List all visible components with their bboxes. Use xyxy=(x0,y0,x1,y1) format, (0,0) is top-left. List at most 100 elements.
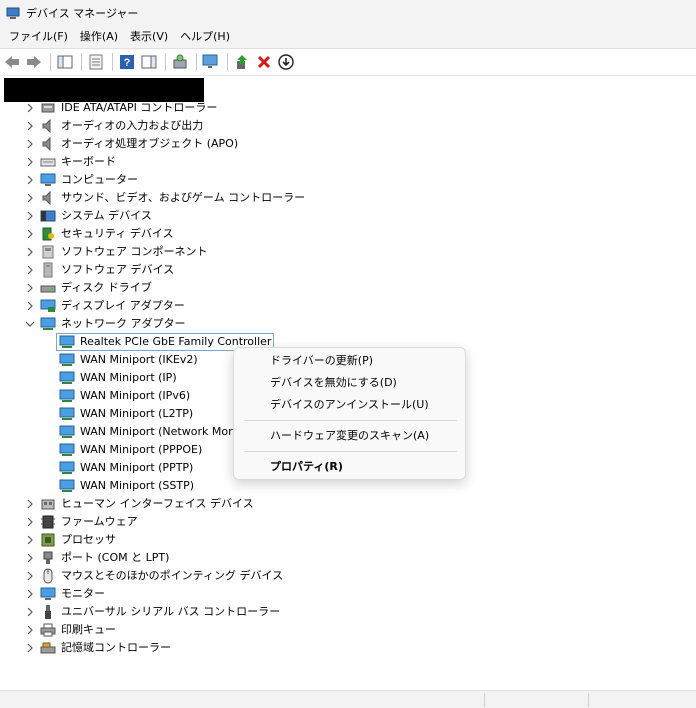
chevron-right-icon[interactable] xyxy=(24,498,36,510)
chevron-right-icon[interactable] xyxy=(24,282,36,294)
tree-category-label: オーディオの入力および出力 xyxy=(61,119,204,132)
tree-device[interactable]: WAN Miniport (IKEv2) xyxy=(59,351,198,369)
chevron-right-icon[interactable] xyxy=(24,246,36,258)
tree-device-label: WAN Miniport (IKEv2) xyxy=(80,353,198,366)
tree-device[interactable]: WAN Miniport (SSTP) xyxy=(59,477,194,495)
firmware-icon xyxy=(40,514,56,530)
tree-category[interactable]: モニター xyxy=(24,585,105,603)
forward-arrow-icon[interactable] xyxy=(24,52,44,72)
usb-icon xyxy=(40,604,56,620)
tree-category[interactable]: オーディオの入力および出力 xyxy=(24,117,203,135)
computer-icon xyxy=(40,172,56,188)
chevron-down-icon[interactable] xyxy=(24,318,36,330)
tree-category-label: ファームウェア xyxy=(61,515,138,528)
show-hide-console-tree-icon[interactable] xyxy=(55,52,75,72)
tree-category[interactable]: オーディオ処理オブジェクト (APO) xyxy=(24,135,238,153)
svg-text:?: ? xyxy=(124,57,131,69)
system-device-icon xyxy=(40,208,56,224)
tree-category[interactable]: ポート (COM と LPT) xyxy=(24,549,169,567)
chevron-right-icon[interactable] xyxy=(24,120,36,132)
speaker-icon xyxy=(40,190,56,206)
tree-category-label: ディスク ドライブ xyxy=(61,281,152,294)
tree-device[interactable]: WAN Miniport (PPTP) xyxy=(59,459,193,477)
tree-category[interactable]: IDE ATA/ATAPI コントローラー xyxy=(24,99,217,117)
chevron-right-icon[interactable] xyxy=(24,570,36,582)
tree-device-label: WAN Miniport (IPv6) xyxy=(80,389,191,402)
tree-category[interactable]: 記憶域コントローラー xyxy=(24,639,171,657)
tree-category[interactable]: ヒューマン インターフェイス デバイス xyxy=(24,495,254,513)
menu-item-uninstall-device[interactable]: デバイスのアンインストール(U) xyxy=(270,396,429,414)
tree-category[interactable]: ディスク ドライブ xyxy=(24,279,152,297)
security-device-icon xyxy=(40,226,56,242)
menu-item-update-driver[interactable]: ドライバーの更新(P) xyxy=(270,352,373,370)
chevron-right-icon[interactable] xyxy=(24,102,36,114)
tree-category[interactable]: ユニバーサル シリアル バス コントローラー xyxy=(24,603,280,621)
network-adapter-icon xyxy=(40,316,56,332)
tree-category[interactable]: キーボード xyxy=(24,153,116,171)
chevron-right-icon[interactable] xyxy=(24,174,36,186)
uninstall-device-icon[interactable] xyxy=(254,52,274,72)
chevron-right-icon[interactable] xyxy=(24,210,36,222)
tree-device-label: WAN Miniport (Network Mor xyxy=(80,425,233,438)
tree-category[interactable]: コンピューター xyxy=(24,171,138,189)
chevron-right-icon[interactable] xyxy=(24,228,36,240)
chevron-right-icon[interactable] xyxy=(24,264,36,276)
action-pane-icon[interactable] xyxy=(139,52,159,72)
tree-category[interactable]: ソフトウェア デバイス xyxy=(24,261,174,279)
tree-device-label: WAN Miniport (PPPOE) xyxy=(80,443,203,456)
menu-help[interactable]: ヘルプ(H) xyxy=(174,26,236,48)
tree-category-label: IDE ATA/ATAPI コントローラー xyxy=(61,101,218,114)
download-icon[interactable] xyxy=(276,52,296,72)
menu-action[interactable]: 操作(A) xyxy=(74,26,124,48)
tree-device[interactable]: WAN Miniport (Network Mor xyxy=(59,423,233,441)
update-driver-icon[interactable] xyxy=(232,52,252,72)
disk-drive-icon xyxy=(40,280,56,296)
menu-item-properties[interactable]: プロパティ(R) xyxy=(270,458,343,476)
tree-category[interactable]: ソフトウェア コンポーネント xyxy=(24,243,208,261)
tree-category[interactable]: システム デバイス xyxy=(24,207,152,225)
ide-controller-icon xyxy=(40,100,56,116)
properties-sheet-icon[interactable] xyxy=(86,52,106,72)
tree-category[interactable]: プロセッサ xyxy=(24,531,116,549)
chevron-right-icon[interactable] xyxy=(24,534,36,546)
tree-device[interactable]: WAN Miniport (L2TP) xyxy=(59,405,193,423)
tree-category-label: ヒューマン インターフェイス デバイス xyxy=(61,497,254,510)
menu-view[interactable]: 表示(V) xyxy=(124,26,174,48)
network-adapter-icon xyxy=(59,370,75,386)
chevron-right-icon[interactable] xyxy=(24,552,36,564)
tree-category[interactable]: セキュリティ デバイス xyxy=(24,225,174,243)
tree-category-label: ポート (COM と LPT) xyxy=(61,551,170,564)
chevron-right-icon[interactable] xyxy=(24,300,36,312)
chevron-right-icon[interactable] xyxy=(24,642,36,654)
menu-item-scan-hardware[interactable]: ハードウェア変更のスキャン(A) xyxy=(270,427,429,445)
tree-device[interactable]: WAN Miniport (PPPOE) xyxy=(59,441,202,459)
monitor-scan-icon[interactable] xyxy=(201,52,221,72)
tree-category-expanded[interactable]: ネットワーク アダプター xyxy=(24,315,186,333)
chevron-right-icon[interactable] xyxy=(24,516,36,528)
scan-hardware-icon[interactable] xyxy=(170,52,190,72)
menu-file[interactable]: ファイル(F) xyxy=(3,26,74,48)
tree-category[interactable]: ディスプレイ アダプター xyxy=(24,297,185,315)
tree-device[interactable]: WAN Miniport (IPv6) xyxy=(59,387,190,405)
tree-category[interactable]: サウンド、ビデオ、およびゲーム コントローラー xyxy=(24,189,305,207)
back-arrow-icon[interactable] xyxy=(2,52,22,72)
network-adapter-icon xyxy=(59,406,75,422)
chevron-right-icon[interactable] xyxy=(24,588,36,600)
tree-category[interactable]: マウスとそのほかのポインティング デバイス xyxy=(24,567,283,585)
chevron-right-icon[interactable] xyxy=(24,624,36,636)
tree-category[interactable]: ファームウェア xyxy=(24,513,138,531)
tree-category[interactable]: 印刷キュー xyxy=(24,621,116,639)
tree-category-label: キーボード xyxy=(61,155,116,168)
chevron-right-icon[interactable] xyxy=(24,606,36,618)
tree-device[interactable]: WAN Miniport (IP) xyxy=(59,369,177,387)
toolbar-separator xyxy=(227,53,228,71)
menu-item-disable-device[interactable]: デバイスを無効にする(D) xyxy=(270,374,397,392)
status-bar xyxy=(0,690,696,708)
help-icon[interactable]: ? xyxy=(117,52,137,72)
chevron-right-icon[interactable] xyxy=(24,156,36,168)
chevron-right-icon[interactable] xyxy=(24,138,36,150)
chevron-right-icon[interactable] xyxy=(24,192,36,204)
context-menu: ドライバーの更新(P) デバイスを無効にする(D) デバイスのアンインストール(… xyxy=(233,347,466,480)
toolbar-separator xyxy=(165,53,166,71)
tree-category-label: 印刷キュー xyxy=(61,623,116,636)
